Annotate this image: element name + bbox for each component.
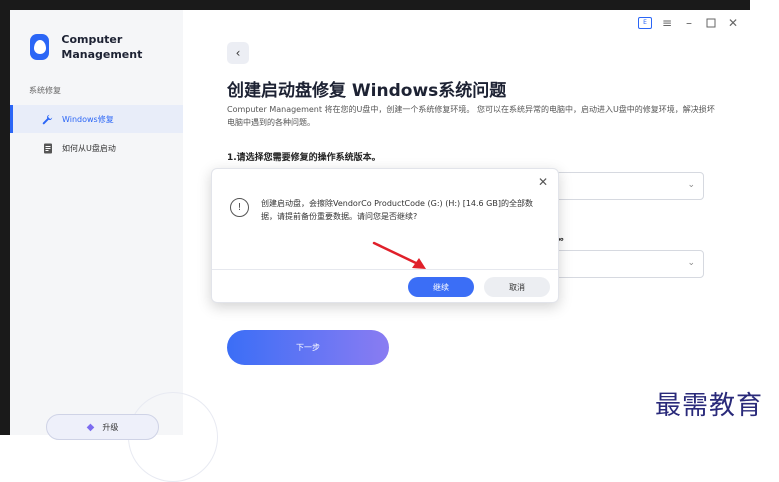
continue-button-label: 继续: [433, 282, 449, 292]
sidebar-section-label: 系统修复: [29, 86, 61, 95]
diamond-icon: ◆: [86, 421, 95, 433]
info-icon: !: [230, 198, 249, 217]
watermark-text: 最需教育: [655, 391, 764, 421]
feedback-icon[interactable]: E: [634, 15, 656, 31]
maximize-icon[interactable]: [700, 15, 722, 31]
menu-icon[interactable]: ≡: [656, 15, 678, 31]
sidebar-item-usb-boot[interactable]: 如何从U盘启动: [10, 134, 183, 162]
app-logo-icon: [30, 34, 50, 60]
os-version-select[interactable]: ⌄: [548, 172, 704, 200]
page-description: Computer Management 将在您的U盘中，创建一个系统修复环境。 …: [227, 105, 715, 127]
next-button-label: 下一步: [296, 343, 320, 352]
sidebar-item-label: Windows修复: [62, 114, 114, 124]
close-icon[interactable]: ✕: [722, 15, 744, 31]
confirm-dialog: ✕ ! 创建启动盘，会擦除VendorCo ProductCode (G:) (…: [211, 168, 559, 303]
sidebar: [10, 10, 183, 435]
step1-label: 1.请选择您需要修复的操作系统版本。: [227, 153, 381, 163]
app-name: Computer Management: [61, 33, 143, 61]
back-button[interactable]: ‹: [227, 42, 249, 64]
chevron-down-icon: ⌄: [687, 258, 695, 268]
cancel-button[interactable]: 取消: [484, 277, 550, 297]
page-title: 创建启动盘修复 Windows系统问题: [227, 81, 507, 101]
annotation-arrow-icon: [372, 241, 426, 269]
next-button[interactable]: 下一步: [227, 330, 389, 365]
dialog-message: 创建启动盘，会擦除VendorCo ProductCode (G:) (H:) …: [261, 199, 533, 221]
dialog-close-icon[interactable]: ✕: [538, 175, 548, 189]
upgrade-button[interactable]: ◆ 升级: [46, 414, 159, 440]
app-window: Computer Management 系统修复 Windows修复 如何从U盘…: [0, 0, 779, 482]
sidebar-item-label: 如何从U盘启动: [62, 143, 116, 153]
chevron-down-icon: ⌄: [687, 180, 695, 190]
sidebar-item-windows-repair[interactable]: Windows修复: [10, 105, 183, 133]
wrench-icon: [42, 114, 53, 125]
titlebar-controls: E ≡ – ✕: [634, 15, 744, 31]
usb-drive-select[interactable]: ⌄: [548, 250, 704, 278]
document-icon: [42, 143, 53, 154]
cancel-button-label: 取消: [509, 282, 525, 292]
continue-button[interactable]: 继续: [408, 277, 474, 297]
app-logo: Computer Management: [30, 25, 170, 69]
window-border-left: [0, 0, 10, 435]
upgrade-label: 升级: [102, 422, 119, 432]
minimize-icon[interactable]: –: [678, 15, 700, 31]
chevron-left-icon: ‹: [235, 46, 241, 60]
window-border-top: [0, 0, 750, 10]
